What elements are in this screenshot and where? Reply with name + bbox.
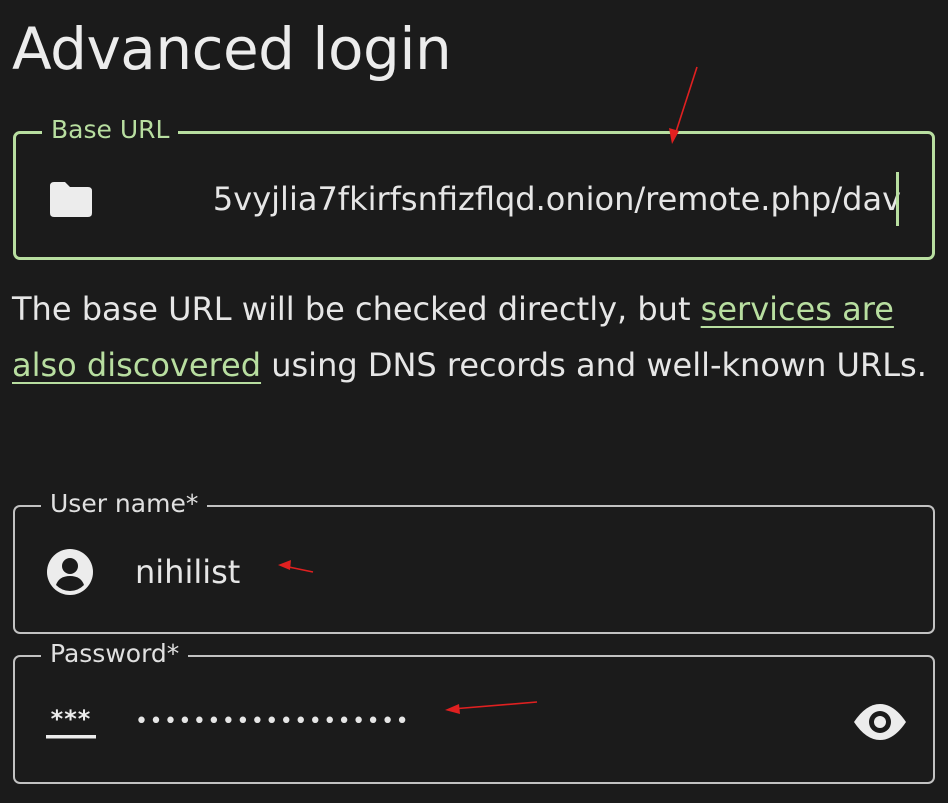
base-url-value: 5vyjlia7fkirfsnfizflqd.onion/remote.php/… — [212, 180, 901, 218]
page-title: Advanced login — [12, 15, 452, 83]
username-label: User name* — [41, 489, 208, 519]
username-field[interactable]: User name* nihilist — [13, 489, 935, 634]
base-url-input[interactable]: 5vyjlia7fkirfsnfizflqd.onion/remote.php/… — [136, 173, 901, 225]
base-url-label: Base URL — [42, 115, 179, 145]
help-text-before: The base URL will be checked directly, b… — [12, 290, 701, 328]
password-field[interactable]: Password* *** ••••••••••••••••••• — [13, 639, 935, 784]
help-text-after: using DNS records and well-known URLs. — [261, 346, 927, 384]
password-icon: *** — [46, 705, 96, 739]
svg-text:***: *** — [51, 705, 92, 733]
eye-icon[interactable] — [851, 697, 909, 747]
account-circle-icon — [47, 549, 93, 595]
base-url-help-text: The base URL will be checked directly, b… — [12, 281, 932, 393]
password-label: Password* — [41, 639, 189, 669]
base-url-field[interactable]: Base URL 5vyjlia7fkirfsnfizflqd.onion/re… — [13, 115, 935, 260]
folder-icon — [50, 182, 92, 217]
text-cursor — [896, 172, 899, 226]
password-input[interactable]: ••••••••••••••••••• — [135, 697, 410, 747]
username-input[interactable]: nihilist — [135, 547, 240, 597]
